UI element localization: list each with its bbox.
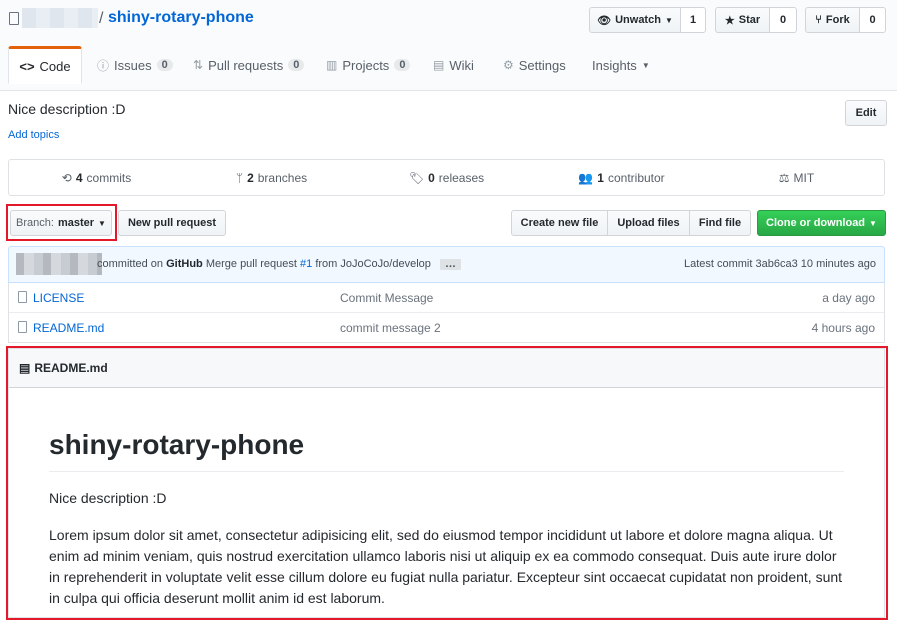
commit-sha-link[interactable]: 3ab6ca3 xyxy=(756,258,798,270)
upload-files-button[interactable]: Upload files xyxy=(607,210,690,236)
numbers-summary: ⟲ 4 commits ᛘ 2 branches 🏷 0 releases 👥 … xyxy=(8,159,885,196)
commit-text: committed on xyxy=(97,258,164,270)
clone-label: Clone or download xyxy=(766,217,866,229)
repo-header: / shiny-rotary-phone 👁 Unwatch ▼ 1 ★ Sta… xyxy=(0,0,897,91)
file-commit-message[interactable]: Commit Message xyxy=(340,291,433,305)
repo-description: Nice description :D xyxy=(8,101,126,117)
file-icon xyxy=(18,321,27,333)
law-icon: ⚖ xyxy=(778,170,790,185)
commit-message-suffix[interactable]: from JoJoCoJo/develop xyxy=(315,258,431,270)
book-icon: ▤ xyxy=(433,58,445,72)
fork-button[interactable]: ⑂ Fork xyxy=(805,7,860,33)
repo-icon xyxy=(9,12,19,25)
contributors-count: 1 xyxy=(597,170,604,185)
license-label: MIT xyxy=(793,170,815,185)
repo-name-link[interactable]: shiny-rotary-phone xyxy=(108,9,254,27)
releases-link[interactable]: 🏷 0 releases xyxy=(359,171,534,185)
file-name-link[interactable]: README.md xyxy=(33,321,104,335)
project-icon: ▥ xyxy=(326,58,338,72)
stars-count[interactable]: 0 xyxy=(770,7,797,33)
releases-label: releases xyxy=(438,170,485,185)
file-age: a day ago xyxy=(822,291,875,305)
file-age: 4 hours ago xyxy=(811,321,875,335)
branch-select-button[interactable]: Branch: master ▼ xyxy=(10,210,112,236)
latest-commit-prefix: Latest commit xyxy=(683,258,753,270)
tab-issues-label: Issues xyxy=(114,57,152,73)
tab-projects[interactable]: ▥ Projects 0 xyxy=(326,46,411,84)
tab-pull-requests[interactable]: ⇅ Pull requests 0 xyxy=(193,46,305,84)
commit-message-prefix[interactable]: Merge pull request xyxy=(206,258,297,270)
caret-down-icon: ▼ xyxy=(869,218,877,228)
tab-wiki[interactable]: ▤ Wiki xyxy=(433,46,474,84)
star-button[interactable]: ★ Star xyxy=(715,7,770,33)
tab-insights-label: Insights xyxy=(592,57,637,73)
expand-commit-button[interactable]: … xyxy=(439,259,461,270)
issues-counter: 0 xyxy=(156,59,173,71)
path-separator: / xyxy=(99,10,104,27)
tab-insights[interactable]: Insights ▼ xyxy=(592,46,650,84)
caret-down-icon: ▼ xyxy=(664,15,673,25)
branches-link[interactable]: ᛘ 2 branches xyxy=(184,171,359,185)
organization-icon: 👥 xyxy=(578,170,594,185)
commit-age: 10 minutes ago xyxy=(800,258,876,270)
gear-icon: ⚙ xyxy=(503,58,514,72)
releases-count: 0 xyxy=(428,170,435,185)
tab-settings-label: Settings xyxy=(518,57,566,73)
fork-icon: ⑂ xyxy=(815,14,822,26)
tag-icon: 🏷 xyxy=(408,170,425,185)
git-branch-icon: ᛘ xyxy=(235,170,244,185)
file-icon xyxy=(18,291,27,303)
unwatch-label: Unwatch xyxy=(615,14,661,26)
tab-wiki-label: Wiki xyxy=(449,57,474,73)
tab-projects-label: Projects xyxy=(342,57,390,73)
code-icon: <> xyxy=(19,58,35,74)
clone-or-download-button[interactable]: Clone or download ▼ xyxy=(757,210,886,236)
contributors-label: contributor xyxy=(607,170,665,185)
watchers-count[interactable]: 1 xyxy=(681,7,706,33)
branches-label: branches xyxy=(257,170,308,185)
commit-author-link[interactable]: GitHub xyxy=(166,258,203,270)
file-list: LICENSE Commit Message a day ago README.… xyxy=(8,283,885,343)
readme-highlight xyxy=(6,346,888,620)
caret-down-icon: ▼ xyxy=(98,218,106,228)
caret-down-icon: ▼ xyxy=(641,60,650,70)
file-commit-message[interactable]: commit message 2 xyxy=(340,321,441,335)
find-file-button[interactable]: Find file xyxy=(689,210,751,236)
edit-description-button[interactable]: Edit xyxy=(845,100,887,126)
branch-prefix: Branch: xyxy=(16,217,54,229)
star-icon: ★ xyxy=(724,14,735,27)
forks-count[interactable]: 0 xyxy=(860,7,886,33)
fork-label: Fork xyxy=(825,14,850,26)
contributors-link[interactable]: 👥 1 contributor xyxy=(534,171,709,185)
branches-count: 2 xyxy=(247,170,254,185)
commit-tease: committed on GitHub Merge pull request #… xyxy=(8,246,885,283)
commits-link[interactable]: ⟲ 4 commits xyxy=(9,171,184,185)
issue-opened-icon: ⓘ xyxy=(97,58,110,73)
eye-icon: 👁 xyxy=(597,14,612,27)
add-topics-link[interactable]: Add topics xyxy=(8,129,59,141)
tab-settings[interactable]: ⚙ Settings xyxy=(503,46,566,84)
table-row: README.md commit message 2 4 hours ago xyxy=(9,312,884,342)
commits-count: 4 xyxy=(75,170,83,185)
avatar[interactable] xyxy=(16,253,102,275)
projects-counter: 0 xyxy=(394,59,411,71)
pull-request-link[interactable]: #1 xyxy=(300,258,312,270)
tab-code-label: Code xyxy=(39,58,71,74)
table-row: LICENSE Commit Message a day ago xyxy=(9,283,884,312)
license-link[interactable]: ⚖ MIT xyxy=(709,171,884,185)
branch-name: master xyxy=(57,217,95,229)
tab-code[interactable]: <> Code xyxy=(8,46,82,84)
tab-pull-requests-label: Pull requests xyxy=(208,57,284,73)
create-new-file-button[interactable]: Create new file xyxy=(511,210,608,236)
git-pull-request-icon: ⇅ xyxy=(193,58,204,72)
repo-owner-redacted[interactable] xyxy=(22,8,98,28)
star-label: Star xyxy=(738,14,761,26)
commits-label: commits xyxy=(86,170,132,185)
pull-requests-counter: 0 xyxy=(288,59,305,71)
unwatch-button[interactable]: 👁 Unwatch ▼ xyxy=(589,7,681,33)
new-pull-request-button[interactable]: New pull request xyxy=(118,210,226,236)
file-name-link[interactable]: LICENSE xyxy=(33,291,84,305)
tab-issues[interactable]: ⓘ Issues 0 xyxy=(97,46,173,84)
history-icon: ⟲ xyxy=(61,170,72,185)
